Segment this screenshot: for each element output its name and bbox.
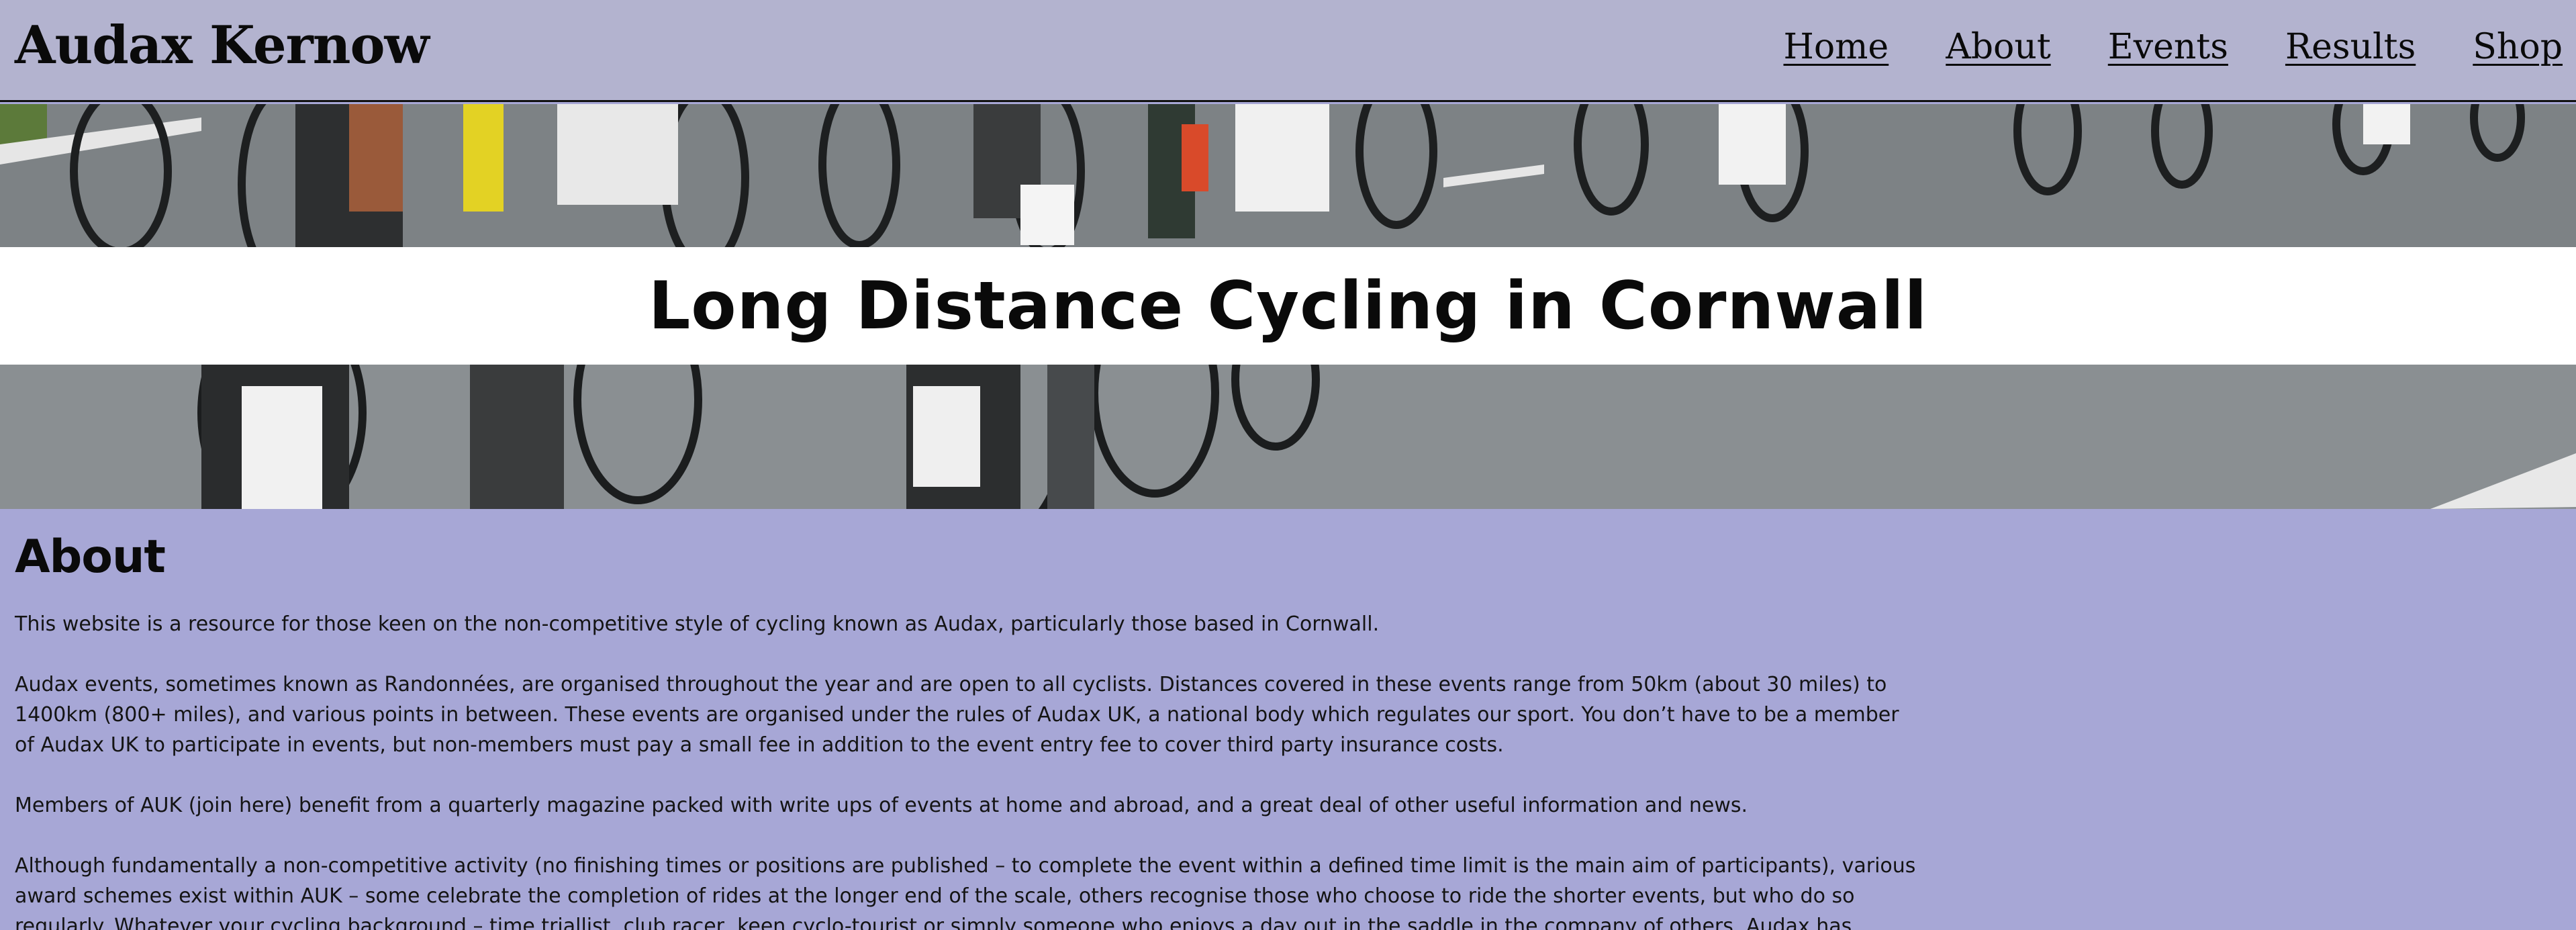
about-paragraph: Audax events, sometimes known as Randonn… (15, 673, 1899, 757)
site-header: Audax Kernow Home About Events Results S… (0, 0, 2576, 102)
hero-title: Long Distance Cycling in Cornwall (648, 267, 1928, 344)
site-logo[interactable]: Audax Kernow (15, 15, 430, 76)
nav-shop[interactable]: Shop (2473, 27, 2563, 67)
nav-about[interactable]: About (1946, 27, 2051, 67)
about-paragraph: Members of AUK (join here) benefit from … (15, 794, 1748, 817)
hero-banner: Long Distance Cycling in Cornwall (0, 104, 2576, 509)
about-section: About This website is a resource for tho… (15, 530, 1921, 930)
nav-home[interactable]: Home (1783, 27, 1889, 67)
nav-events[interactable]: Events (2108, 27, 2228, 67)
main-nav: Home About Events Results Shop (1726, 27, 2563, 67)
about-paragraph: Although fundamentally a non-competitive… (15, 854, 1916, 930)
hero-title-band: Long Distance Cycling in Cornwall (0, 247, 2576, 365)
about-heading: About (15, 530, 166, 584)
about-paragraph: This website is a resource for those kee… (15, 612, 1380, 636)
nav-results[interactable]: Results (2285, 27, 2416, 67)
